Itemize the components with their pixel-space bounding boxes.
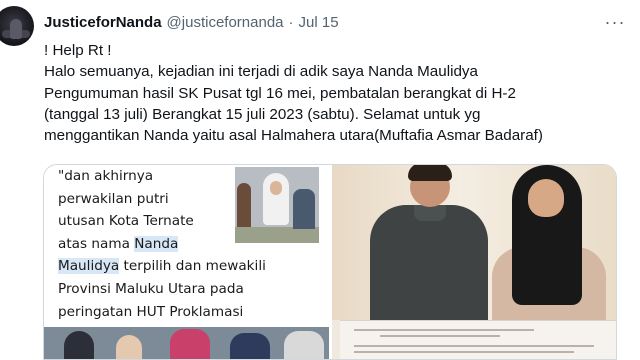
- photo-person: [116, 335, 142, 359]
- media-image-portrait[interactable]: [332, 165, 616, 359]
- photo-person: [170, 329, 210, 359]
- document-text-line: [354, 345, 594, 347]
- avatar[interactable]: [0, 6, 34, 46]
- tweet-card[interactable]: JusticeforNanda @justicefornanda · Jul 1…: [0, 0, 640, 360]
- document-text-line: [354, 329, 534, 331]
- caption-line: Provinsi Maluku Utara pada: [58, 280, 244, 297]
- avatar-figure: [10, 19, 22, 39]
- header-separator: ·: [288, 13, 294, 31]
- more-options-icon[interactable]: ···: [604, 12, 626, 32]
- user-handle[interactable]: @justicefornanda: [167, 14, 284, 31]
- portrait-boy-collar: [414, 205, 446, 221]
- caption-line: Maulidya terpilih dan mewakili: [58, 255, 266, 278]
- photo-person: [237, 183, 251, 227]
- photo-person: [64, 331, 94, 359]
- caption-highlight: Maulidya: [58, 258, 120, 275]
- tweet-header: JusticeforNanda @justicefornanda · Jul 1…: [44, 12, 339, 32]
- tweet-media-grid: "dan akhirnya perwakilan putri utusan Ko…: [43, 164, 617, 360]
- tweet-text-line: ! Help Rt !: [44, 42, 112, 59]
- caption-highlight: Nanda: [134, 235, 179, 252]
- document-text-line: [354, 351, 574, 353]
- document-paper: [340, 320, 616, 359]
- display-name[interactable]: JusticeforNanda: [44, 14, 162, 31]
- portrait-boy-hair: [408, 165, 452, 181]
- tweet-text-line: Halo semuanya, kejadian ini terjadi di a…: [44, 63, 478, 81]
- caption-text: atas nama: [58, 235, 135, 252]
- document-text-line: [380, 335, 500, 337]
- portrait-girl-face: [528, 179, 564, 217]
- tweet-text-line: (tanggal 13 juli) Berangkat 15 juli 2023…: [44, 105, 481, 123]
- photo-person: [284, 331, 324, 359]
- tweet-text-line: menggantikan Nanda yaitu asal Halmahera …: [44, 127, 543, 145]
- group-photo-strip: [44, 327, 329, 359]
- tweet-text-line: Pengumuman hasil SK Pusat tgl 16 mei, pe…: [44, 84, 516, 102]
- tweet-text: ! Help Rt ! Halo semuanya, kejadian ini …: [44, 40, 640, 146]
- caption-text: terpilih dan mewakili: [119, 258, 266, 275]
- photo-person-face: [270, 181, 282, 195]
- photo-person: [293, 189, 315, 229]
- media-image-caption[interactable]: "dan akhirnya perwakilan putri utusan Ko…: [44, 165, 329, 359]
- inset-photo: [235, 167, 319, 243]
- photo-floor: [235, 227, 319, 243]
- photo-person: [230, 333, 270, 359]
- caption-line: peringatan HUT Proklamasi: [58, 303, 244, 320]
- tweet-date[interactable]: Jul 15: [299, 14, 339, 31]
- portrait-boy-shirt: [370, 205, 488, 323]
